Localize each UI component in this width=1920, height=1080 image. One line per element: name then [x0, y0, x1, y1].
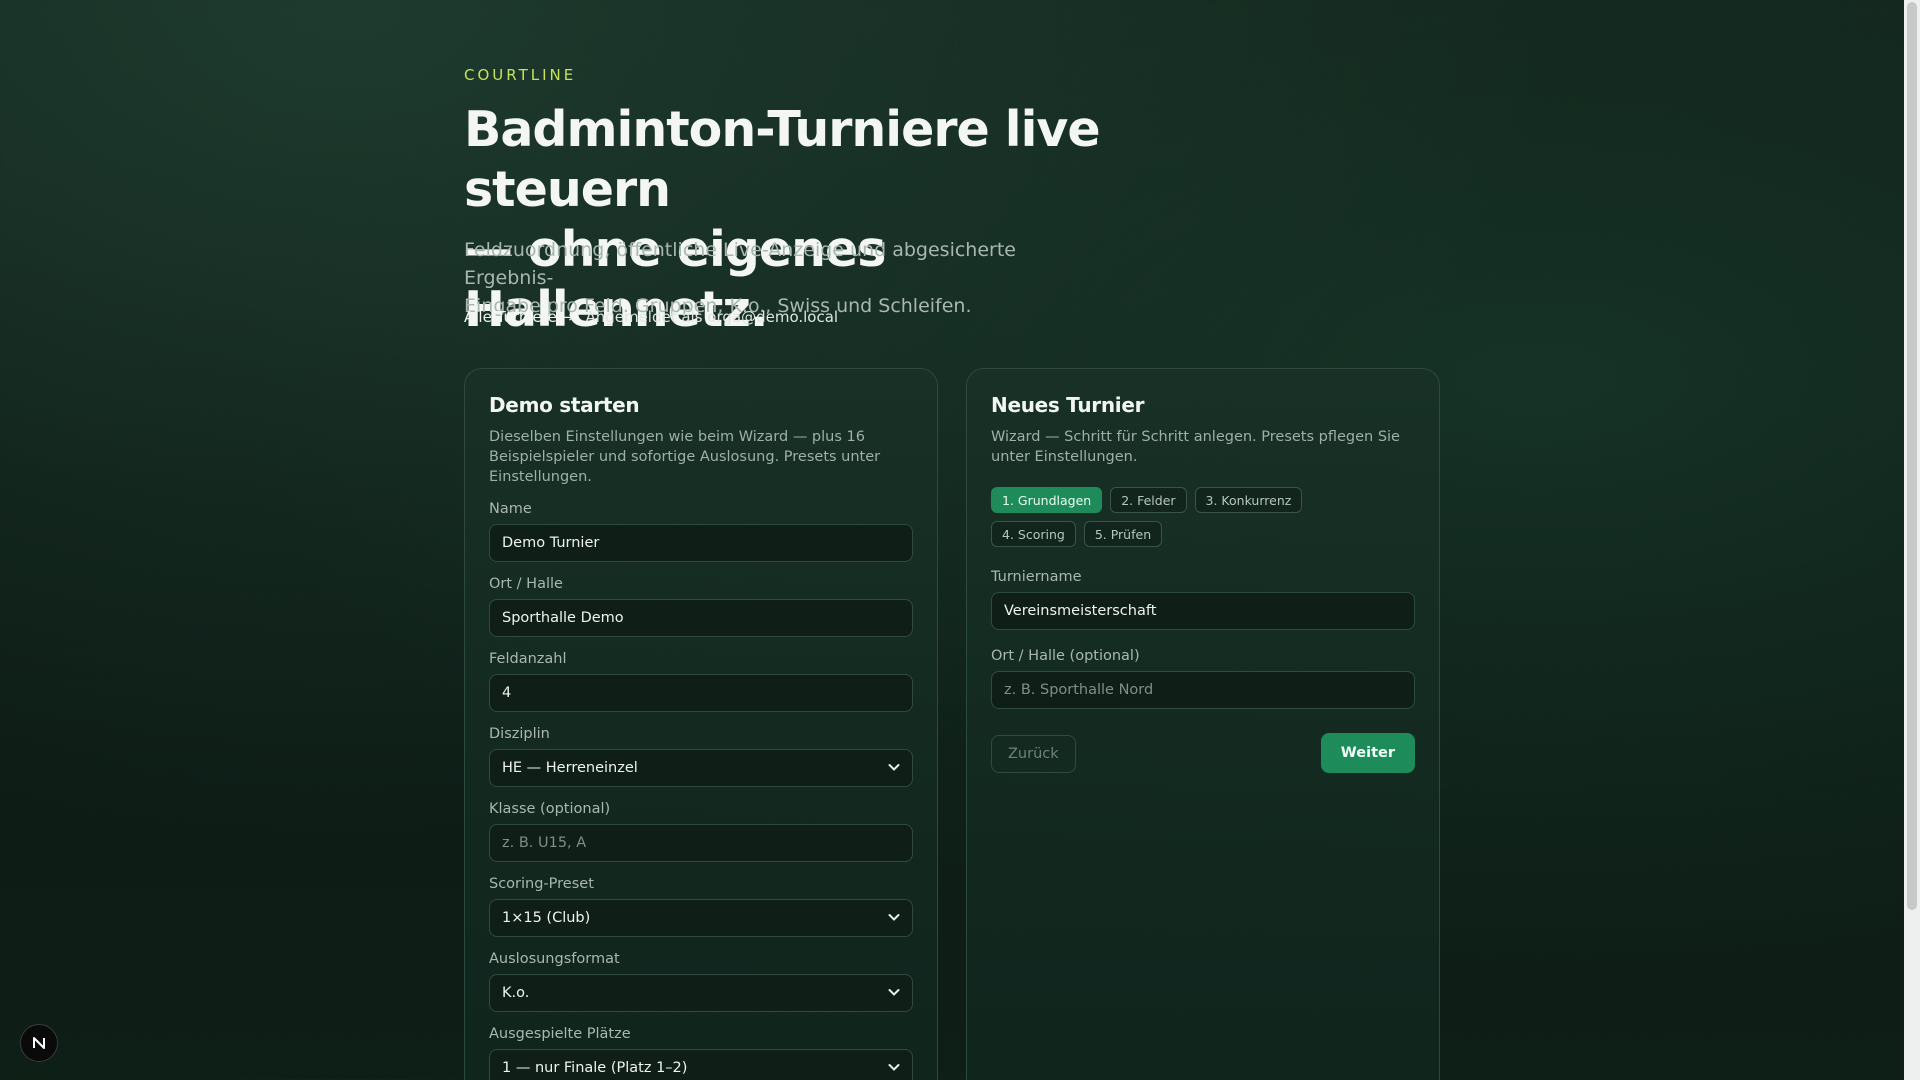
demo-draw-select[interactable]: K.o.	[489, 974, 913, 1012]
logged-in-user: Angemeldet als orga@demo.local	[585, 308, 839, 326]
demo-draw-label: Auslosungsformat	[489, 951, 620, 967]
wizard-step-konkurrenz[interactable]: 3. Konkurrenz	[1194, 487, 1303, 513]
scrollbar-thumb[interactable]	[1907, 2, 1917, 910]
demo-places-select[interactable]: 1 — nur Finale (Platz 1–2)	[489, 1049, 913, 1080]
all-tournaments-link[interactable]: Alle Turniere →	[464, 308, 573, 326]
demo-places-label: Ausgespielte Plätze	[489, 1026, 631, 1042]
brand-label: COURTLINE	[464, 66, 577, 84]
demo-card-title: Demo starten	[489, 393, 640, 417]
wizard-step-pruefen[interactable]: 5. Prüfen	[1083, 521, 1163, 547]
wizard-card-title: Neues Turnier	[991, 393, 1145, 417]
demo-name-label: Name	[489, 501, 532, 517]
wizard-venue-input[interactable]: z. B. Sporthalle Nord	[991, 671, 1415, 709]
demo-discipline-select[interactable]: HE — Herreneinzel	[489, 749, 913, 787]
demo-scoring-value: 1×15 (Club)	[502, 910, 591, 926]
demo-card: Demo starten Dieselben Einstellungen wie…	[464, 368, 938, 1080]
wizard-step-grundlagen[interactable]: 1. Grundlagen	[991, 487, 1103, 513]
wizard-venue-label: Ort / Halle (optional)	[991, 648, 1140, 664]
demo-scoring-label: Scoring-Preset	[489, 876, 594, 892]
demo-draw-value: K.o.	[502, 985, 530, 1001]
chevron-down-icon	[888, 989, 900, 996]
chevron-down-icon	[888, 1064, 900, 1071]
chevron-down-icon	[888, 764, 900, 771]
wizard-card-description: Wizard — Schritt für Schritt anlegen. Pr…	[991, 429, 1400, 465]
demo-scoring-select[interactable]: 1×15 (Club)	[489, 899, 913, 937]
header-links: Alle Turniere → Angemeldet als orga@demo.…	[464, 308, 838, 326]
wizard-step-felder[interactable]: 2. Felder	[1110, 487, 1187, 513]
next-logo-icon[interactable]	[20, 1024, 58, 1062]
demo-card-description: Dieselben Einstellungen wie beim Wizard …	[489, 429, 881, 485]
demo-class-label: Klasse (optional)	[489, 801, 611, 817]
page-scrollbar[interactable]	[1904, 0, 1920, 1080]
wizard-step-scoring[interactable]: 4. Scoring	[991, 521, 1076, 547]
hero-subtitle-line-1: Feldzuordnung, öffentliche Live-Anzeige …	[464, 239, 1016, 289]
all-tournaments-label: Alle Turniere	[464, 308, 557, 326]
demo-venue-label: Ort / Halle	[489, 576, 563, 592]
demo-class-input[interactable]: z. B. U15, A	[489, 824, 913, 862]
demo-name-input[interactable]: Demo Turnier	[489, 524, 913, 562]
wizard-card: Neues Turnier Wizard — Schritt für Schri…	[966, 368, 1440, 1080]
next-logo-glyph	[33, 1037, 45, 1049]
wizard-name-input[interactable]: Vereinsmeisterschaft	[991, 592, 1415, 630]
arrow-right-icon: →	[560, 308, 574, 326]
demo-places-value: 1 — nur Finale (Platz 1–2)	[502, 1060, 688, 1076]
demo-venue-input[interactable]: Sporthalle Demo	[489, 599, 913, 637]
hero-title-line-1: Badminton-Turniere live steuern	[464, 101, 1101, 218]
demo-discipline-label: Disziplin	[489, 726, 550, 742]
next-button[interactable]: Weiter	[1320, 733, 1415, 773]
demo-courts-input[interactable]: 4	[489, 674, 913, 712]
wizard-steps: 1. Grundlagen 2. Felder 3. Konkurrenz 4.…	[991, 487, 1371, 547]
wizard-name-label: Turniername	[991, 569, 1082, 585]
chevron-down-icon	[888, 914, 900, 921]
demo-courts-label: Feldanzahl	[489, 651, 567, 667]
back-button[interactable]: Zurück	[991, 735, 1076, 773]
wizard-actions: Zurück Weiter	[991, 733, 1415, 773]
demo-discipline-value: HE — Herreneinzel	[502, 760, 638, 776]
